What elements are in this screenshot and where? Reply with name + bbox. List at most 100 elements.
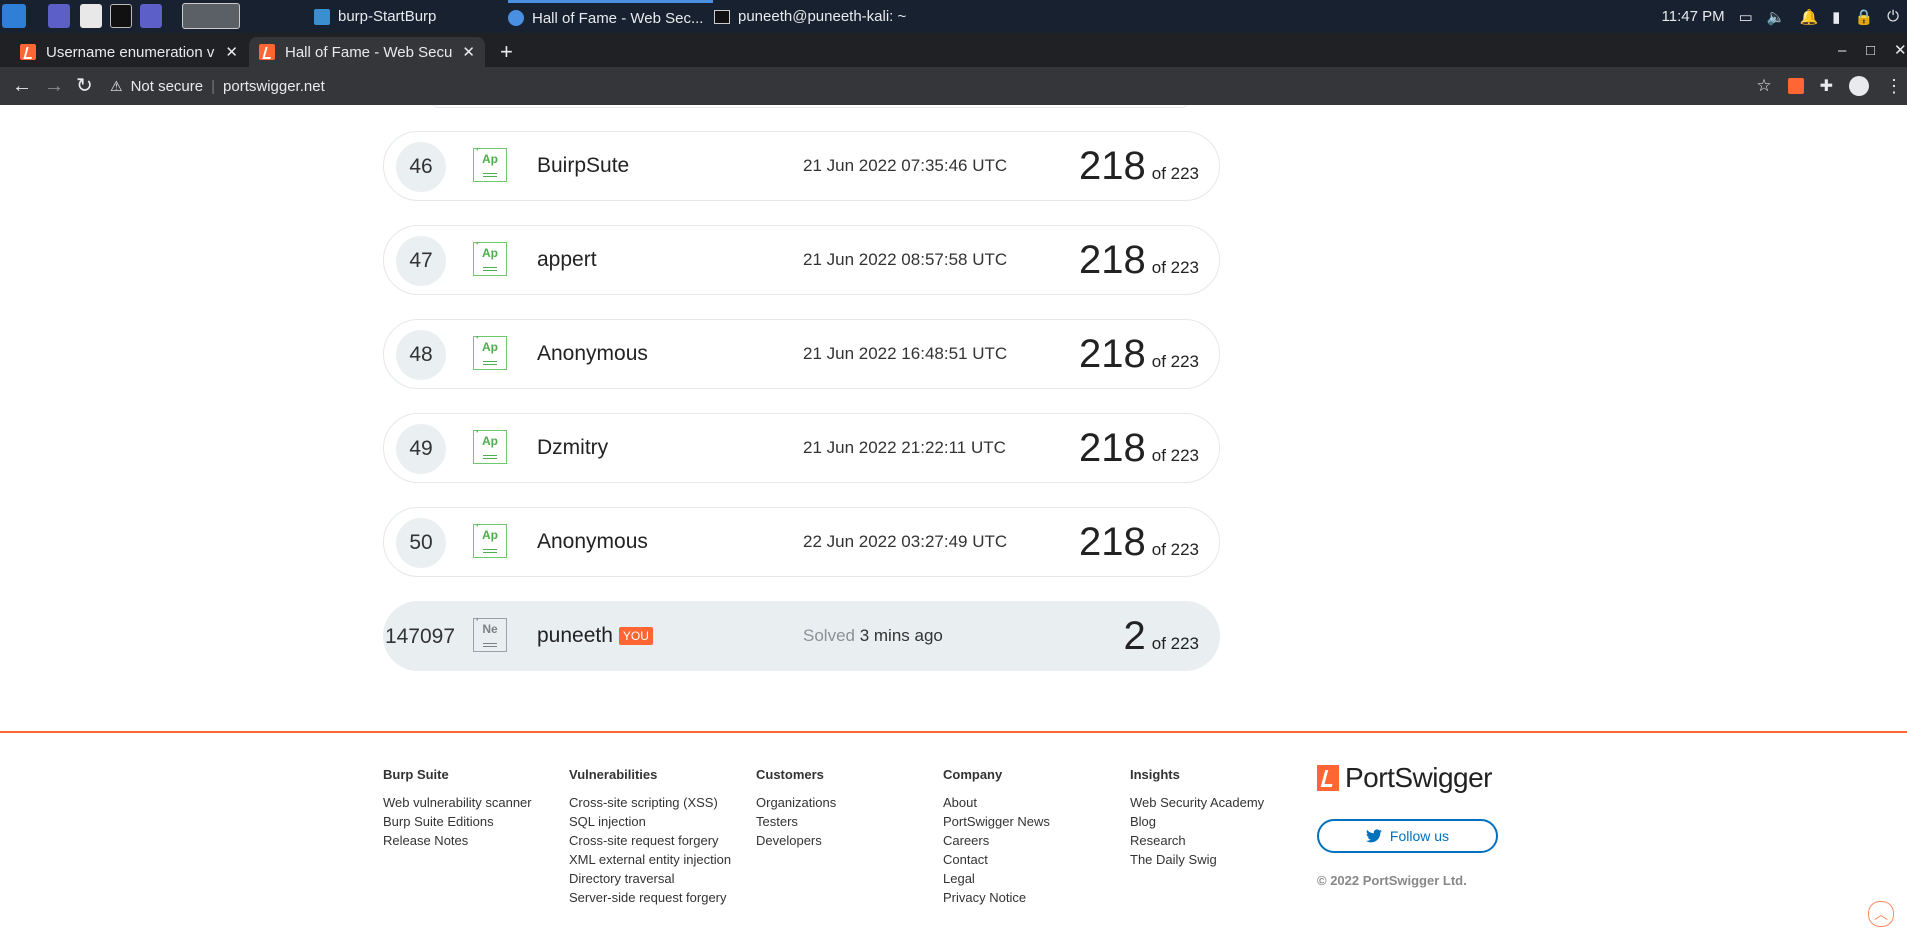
username[interactable]: Anonymous (537, 342, 648, 366)
score: 218 of 223 (1079, 332, 1199, 376)
level-badge-icon: Ap (473, 237, 507, 276)
footer-link[interactable]: Web vulnerability scanner (383, 793, 532, 812)
burp-extension-icon[interactable] (1787, 78, 1804, 94)
reload-icon[interactable]: ↻ (76, 75, 93, 97)
footer-link[interactable]: Legal (943, 869, 1050, 888)
solved-label: Solved (803, 626, 855, 645)
footer-column-burp-suite: Burp Suite Web vulnerability scanner Bur… (383, 767, 532, 850)
taskbar-window-chromium[interactable]: Hall of Fame - Web Sec... (508, 0, 713, 33)
tab-title: Username enumeration vi (46, 43, 216, 61)
browser-menu-icon[interactable]: ⋮ (1885, 76, 1903, 97)
lock-icon[interactable]: 🔒 (1854, 8, 1873, 26)
tab-username-enumeration[interactable]: Username enumeration vi ✕ (10, 37, 248, 67)
footer-link[interactable]: Release Notes (383, 831, 532, 850)
address-bar[interactable]: ⚠ Not secure | portswigger.net (110, 72, 325, 100)
taskbar: burp-StartBurp Hall of Fame - Web Sec...… (0, 0, 1907, 33)
notification-bell-icon[interactable]: 🔔 (1799, 8, 1818, 26)
extensions-puzzle-icon[interactable]: ✚ (1820, 76, 1833, 96)
browser-tab-strip: Username enumeration vi ✕ Hall of Fame -… (0, 33, 1907, 67)
taskbar-window-terminal[interactable]: puneeth@puneeth-kali: ~ (714, 0, 906, 33)
follow-label: Follow us (1389, 828, 1450, 844)
score-total: of 223 (1151, 164, 1199, 183)
back-arrow-icon[interactable]: ← (12, 75, 32, 97)
footer-heading: Vulnerabilities (569, 767, 658, 782)
taskbar-window-burp[interactable]: burp-StartBurp (314, 0, 436, 33)
footer-link[interactable]: About (943, 793, 1050, 812)
username[interactable]: appert (537, 248, 597, 272)
footer-link[interactable]: Organizations (756, 793, 836, 812)
footer-link[interactable]: Burp Suite Editions (383, 812, 532, 831)
follow-us-button[interactable]: Follow us (1317, 819, 1498, 853)
maximize-button[interactable]: □ (1866, 33, 1875, 67)
footer-link[interactable]: Directory traversal (569, 869, 731, 888)
power-icon[interactable]: ⏻ (1887, 8, 1899, 25)
volume-muted-icon[interactable]: 🔈 (1767, 8, 1786, 26)
footer-link[interactable]: Blog (1130, 812, 1264, 831)
footer-link[interactable]: Cross-site request forgery (569, 831, 731, 850)
footer-link[interactable]: The Daily Swig (1130, 850, 1264, 869)
footer-link[interactable]: Privacy Notice (943, 888, 1050, 907)
close-icon[interactable]: ✕ (225, 43, 238, 61)
url-text[interactable]: portswigger.net (223, 78, 325, 95)
chromium-launcher-icon[interactable] (182, 3, 240, 29)
solve-date: 21 Jun 2022 16:48:51 UTC (803, 344, 1008, 363)
score-value: 218 (1078, 144, 1146, 188)
rank-number: 147097 (384, 625, 456, 648)
username[interactable]: Anonymous (537, 530, 648, 554)
security-status[interactable]: Not secure (131, 78, 204, 95)
leaderboard-row: 46 Ap BuirpSute 21 Jun 2022 07:35:46 UTC… (383, 131, 1220, 201)
username[interactable]: BuirpSute (537, 154, 629, 178)
file-manager-icon[interactable] (80, 4, 102, 28)
battery-icon[interactable]: ▮ (1832, 8, 1840, 26)
footer-column-customers: Customers Organizations Testers Develope… (756, 767, 836, 850)
profile-avatar-icon[interactable] (1849, 76, 1869, 96)
previous-row-edge (430, 105, 1190, 108)
tab-hall-of-fame[interactable]: Hall of Fame - Web Securi ✕ (249, 37, 485, 67)
footer-heading: Company (943, 767, 1003, 782)
taskbar-window-label: puneeth@puneeth-kali: ~ (738, 8, 907, 25)
minimize-button[interactable]: – (1838, 33, 1846, 67)
close-icon[interactable]: ✕ (462, 43, 475, 61)
workspace-icon[interactable] (48, 4, 70, 28)
forward-arrow-icon[interactable]: → (44, 75, 64, 97)
clock[interactable]: 11:47 PM (1662, 8, 1725, 25)
footer-link[interactable]: Research (1130, 831, 1264, 850)
screen-recorder-icon[interactable] (140, 4, 162, 28)
leaderboard-row: 50 Ap Anonymous 22 Jun 2022 03:27:49 UTC… (383, 507, 1220, 577)
footer-link[interactable]: Server-side request forgery (569, 888, 731, 907)
score: 218 of 223 (1079, 144, 1199, 188)
footer-link[interactable]: Cross-site scripting (XSS) (569, 793, 731, 812)
new-tab-button[interactable]: + (494, 37, 524, 67)
rank-number: 47 (396, 236, 446, 286)
username-text: BuirpSute (537, 154, 630, 177)
terminal-launcher-icon[interactable] (110, 4, 132, 28)
score-total: of 223 (1151, 258, 1199, 277)
username-text: puneeth (537, 624, 613, 647)
bookmark-star-icon[interactable]: ☆ (1756, 76, 1771, 96)
display-icon[interactable]: ▭ (1739, 8, 1753, 26)
toolbar-actions: ☆ ✚ ⋮ (1756, 67, 1907, 105)
solved-status: Solved 3 mins ago (803, 626, 943, 646)
twitter-bird-icon (1365, 829, 1382, 843)
footer-divider (0, 731, 1907, 733)
window-close-button[interactable]: ✕ (1894, 33, 1907, 67)
solve-date: 21 Jun 2022 07:35:46 UTC (803, 156, 1008, 175)
footer-link[interactable]: PortSwigger News (943, 812, 1050, 831)
footer-link[interactable]: SQL injection (569, 812, 731, 831)
my-rank-row: 147097 Ne puneeth YOU Solved 3 mins ago … (383, 601, 1220, 671)
kali-menu-icon[interactable] (2, 4, 26, 28)
username[interactable]: Dzmitry (537, 436, 608, 460)
terminal-window-icon (714, 9, 730, 24)
footer-link[interactable]: Contact (943, 850, 1050, 869)
footer-link[interactable]: XML external entity injection (569, 850, 731, 869)
brand-name: PortSwigger (1345, 762, 1493, 793)
score-value: 218 (1078, 426, 1146, 470)
footer-link[interactable]: Careers (943, 831, 1050, 850)
footer-link[interactable]: Developers (756, 831, 836, 850)
footer-link[interactable]: Web Security Academy (1130, 793, 1264, 812)
warning-icon: ⚠ (110, 77, 123, 94)
portswigger-logo[interactable]: PortSwigger (1317, 762, 1493, 794)
footer-link[interactable]: Testers (756, 812, 836, 831)
username[interactable]: puneeth YOU (537, 624, 653, 648)
scroll-to-top-icon[interactable]: ︿ (1868, 901, 1894, 927)
